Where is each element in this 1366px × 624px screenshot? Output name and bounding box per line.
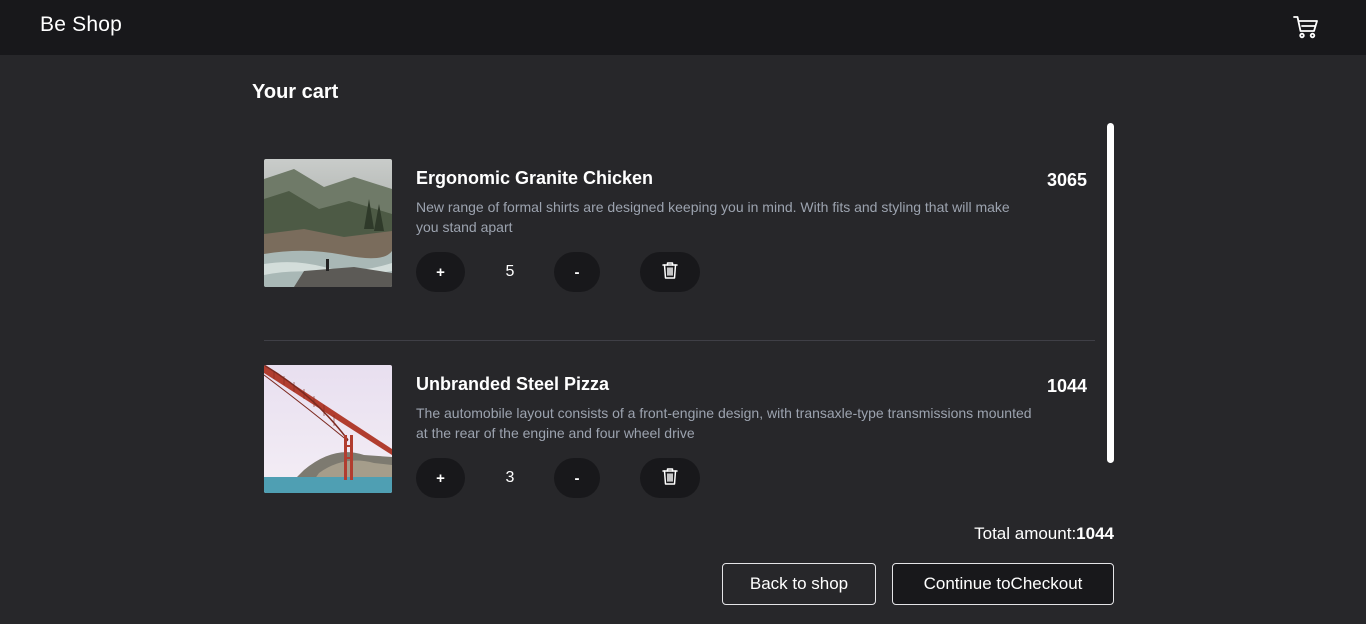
cart-items-list[interactable]: Ergonomic Granite Chicken 3065 New range… [252,123,1114,505]
increase-quantity-button[interactable]: + [416,458,465,498]
product-description: New range of formal shirts are designed … [416,199,1010,235]
product-price: 1044 [1046,376,1087,396]
product-image [264,159,392,287]
total-label: Total amount: [974,524,1077,543]
product-name[interactable]: Unbranded Steel Pizza [416,374,609,395]
total-amount: Total amount:1044 [974,524,1114,544]
product-description: The automobile layout consists of a fron… [416,405,1032,441]
delete-item-button[interactable] [640,458,700,498]
product-name[interactable]: Ergonomic Granite Chicken [416,168,653,189]
quantity-value: 5 [505,263,515,280]
shopping-cart-icon[interactable] [1290,12,1322,42]
back-to-shop-button[interactable]: Back to shop [722,563,876,605]
brand-logo[interactable]: Be Shop [40,13,122,37]
decrease-quantity-button[interactable]: - [554,458,600,498]
top-navbar: Be Shop [0,0,1366,55]
page-title: Your cart [252,81,339,103]
trash-icon [662,261,678,283]
continue-to-checkout-button[interactable]: Continue toCheckout [892,563,1114,605]
decrease-quantity-button[interactable]: - [554,252,600,292]
product-price: 3065 [1046,170,1087,190]
cart-item: Ergonomic Granite Chicken 3065 New range… [264,123,1095,303]
scrollbar-thumb[interactable] [1107,123,1114,463]
trash-icon [662,467,678,489]
delete-item-button[interactable] [640,252,700,292]
increase-quantity-button[interactable]: + [416,252,465,292]
product-image [264,365,392,493]
cart-item: Unbranded Steel Pizza 1044 The automobil… [264,329,1095,505]
total-value: 1044 [1076,524,1114,543]
quantity-value: 3 [505,469,515,486]
